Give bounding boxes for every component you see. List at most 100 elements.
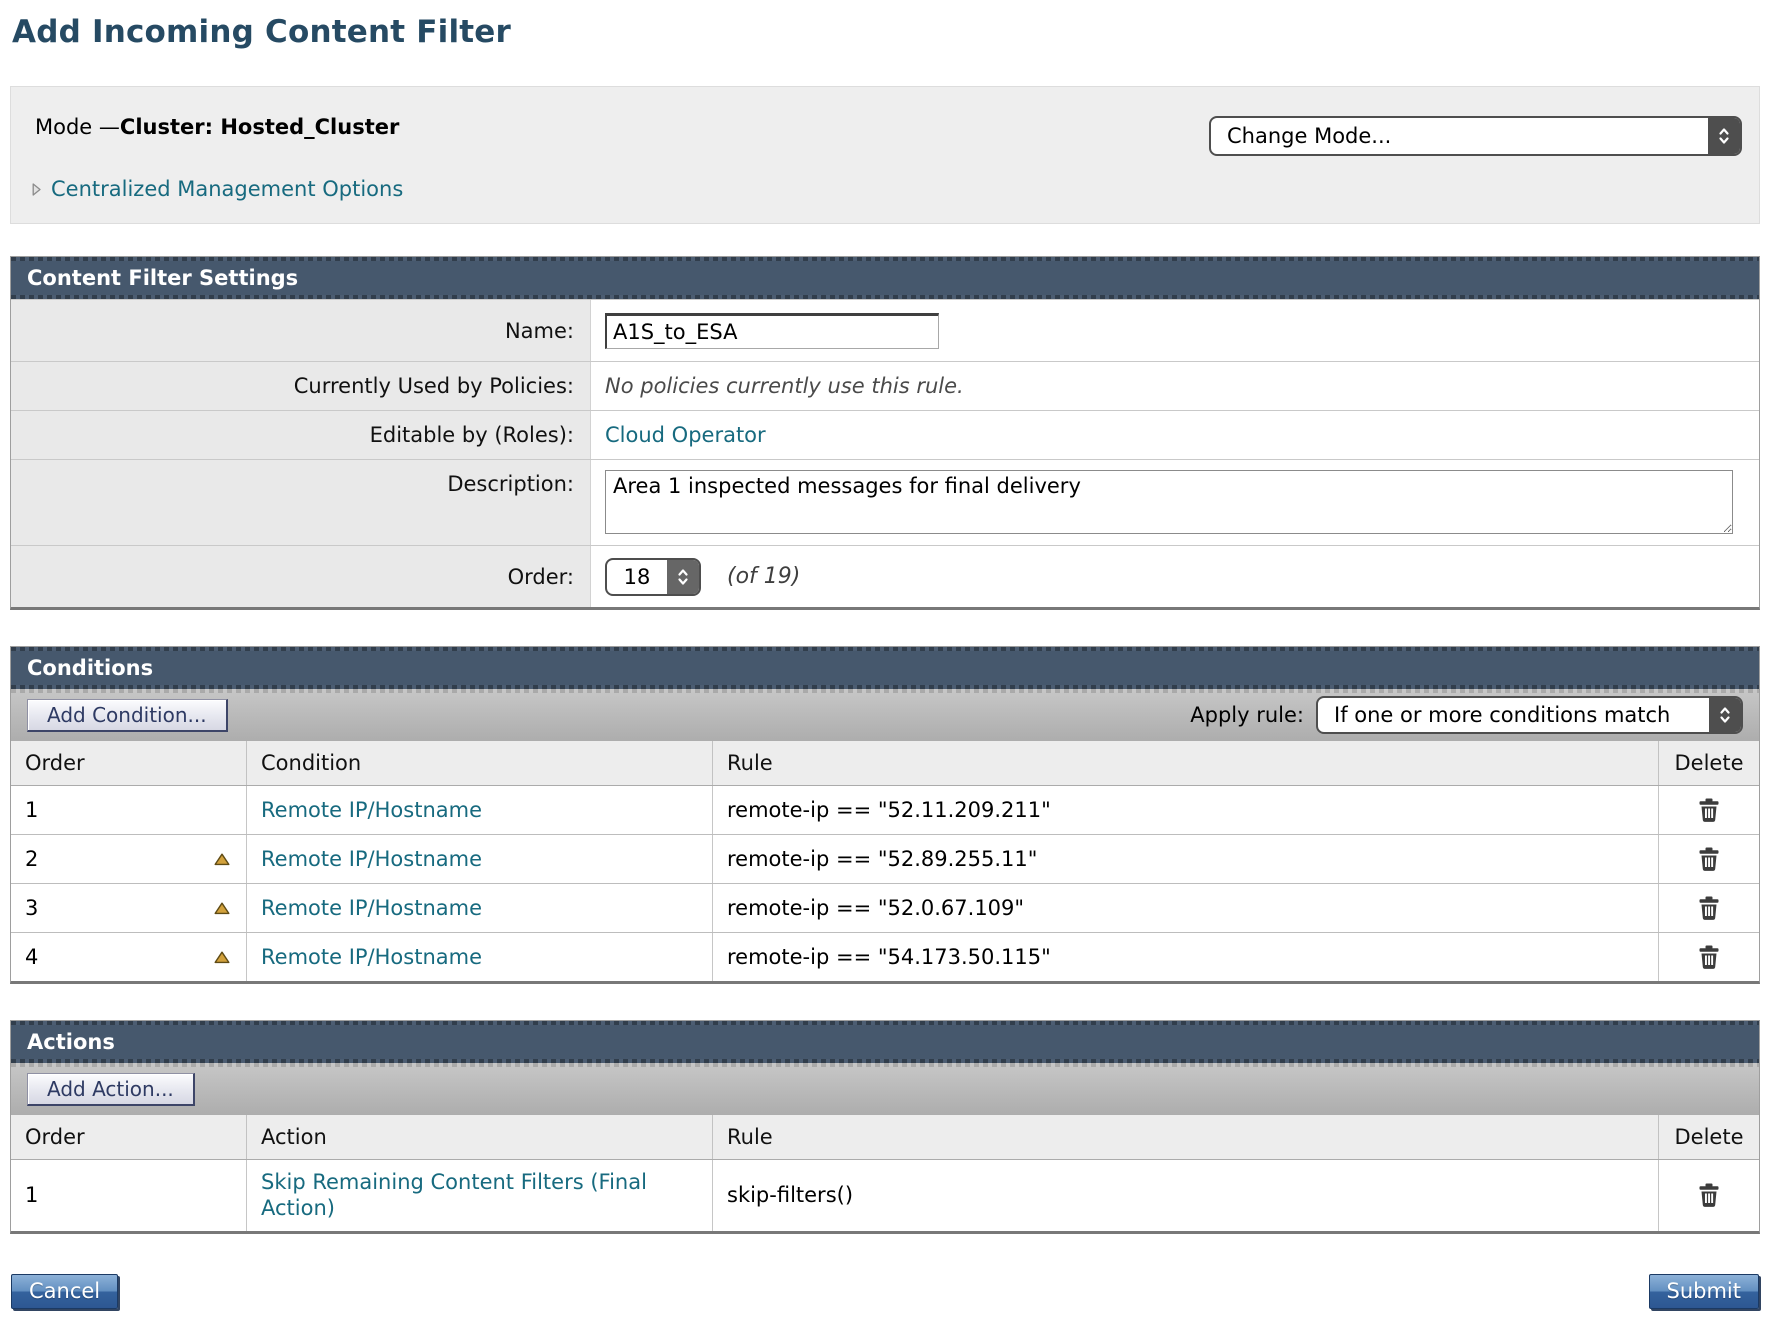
apply-rule-label: Apply rule: (1190, 703, 1304, 727)
policies-value: No policies currently use this rule. (605, 374, 964, 398)
delete-button[interactable] (1696, 943, 1722, 972)
actions-section-title: Actions (27, 1030, 115, 1054)
cloud-operator-link[interactable]: Cloud Operator (605, 423, 766, 447)
apply-rule-selected-value: If one or more conditions match (1318, 698, 1709, 732)
delete-cell (1659, 835, 1759, 883)
order-label: Order: (11, 546, 591, 607)
condition-link[interactable]: Remote IP/Hostname (261, 798, 482, 822)
delete-button[interactable] (1696, 796, 1722, 825)
condition-link[interactable]: Remote IP/Hostname (261, 847, 482, 871)
order-cell: 2 (11, 835, 247, 883)
column-header-condition: Condition (247, 741, 713, 785)
actions-toolbar: Add Action... (11, 1063, 1759, 1115)
delete-button[interactable] (1696, 894, 1722, 923)
delete-cell (1659, 786, 1759, 834)
order-row: Order: 18 (of 19) (11, 545, 1759, 607)
condition-link[interactable]: Remote IP/Hostname (261, 945, 482, 969)
order-value: 18 (607, 560, 667, 594)
order-cell: 4 (11, 933, 247, 981)
page-title: Add Incoming Content Filter (12, 14, 1760, 50)
move-up-button[interactable] (212, 900, 232, 917)
rule-cell: skip-filters() (713, 1160, 1659, 1231)
policies-label: Currently Used by Policies: (11, 362, 591, 410)
actions-section-header: Actions (11, 1021, 1759, 1063)
centralized-management-options-link[interactable]: Centralized Management Options (51, 177, 403, 201)
submit-button[interactable]: Submit (1649, 1274, 1760, 1309)
add-action-button[interactable]: Add Action... (27, 1073, 195, 1106)
rule-cell: remote-ip == "52.89.255.11" (713, 835, 1659, 883)
content-filter-settings-section: Content Filter Settings Name: Currently … (10, 256, 1760, 610)
mode-value: Cluster: Hosted_Cluster (120, 115, 399, 139)
action-link[interactable]: Skip Remaining Content Filters (Final Ac… (261, 1169, 681, 1222)
trash-icon (1698, 798, 1720, 823)
page: Add Incoming Content Filter Mode —Cluste… (0, 0, 1770, 1333)
action-cell: Skip Remaining Content Filters (Final Ac… (247, 1160, 713, 1231)
condition-cell: Remote IP/Hostname (247, 835, 713, 883)
conditions-section-title: Conditions (27, 656, 153, 680)
action-row: 1 Skip Remaining Content Filters (Final A… (11, 1160, 1759, 1231)
column-header-rule: Rule (713, 741, 1659, 785)
condition-row: 1Remote IP/Hostnameremote-ip == "52.11.2… (11, 786, 1759, 834)
add-condition-button[interactable]: Add Condition... (27, 699, 228, 732)
actions-rows: 1 Skip Remaining Content Filters (Final A… (11, 1160, 1759, 1231)
name-input[interactable] (605, 313, 939, 349)
column-header-order: Order (11, 1115, 247, 1159)
updown-chevron-icon (667, 560, 699, 594)
delete-cell (1659, 884, 1759, 932)
cancel-button[interactable]: Cancel (11, 1274, 118, 1309)
condition-cell: Remote IP/Hostname (247, 786, 713, 834)
delete-cell (1659, 1160, 1759, 1231)
change-mode-select[interactable]: Change Mode... (1209, 116, 1742, 156)
move-up-button[interactable] (212, 851, 232, 868)
trash-icon (1698, 1183, 1720, 1208)
conditions-rows: 1Remote IP/Hostnameremote-ip == "52.11.2… (11, 786, 1759, 981)
row-order-number: 3 (25, 896, 38, 920)
name-row: Name: (11, 299, 1759, 361)
trash-icon (1698, 945, 1720, 970)
condition-link[interactable]: Remote IP/Hostname (261, 896, 482, 920)
condition-row: 4 Remote IP/Hostname remote-ip == "54.173.… (11, 932, 1759, 981)
order-of-note: (of 19) (727, 564, 800, 589)
settings-section-title: Content Filter Settings (27, 266, 298, 290)
name-label: Name: (11, 300, 591, 361)
description-label: Description: (11, 460, 591, 545)
actions-column-header: Order Action Rule Delete (11, 1115, 1759, 1160)
roles-label: Editable by (Roles): (11, 411, 591, 459)
settings-section-header: Content Filter Settings (11, 257, 1759, 299)
condition-row: 2 Remote IP/Hostname remote-ip == "52.89.2… (11, 834, 1759, 883)
conditions-toolbar: Add Condition... Apply rule: If one or m… (11, 689, 1759, 741)
trash-icon (1698, 847, 1720, 872)
delete-cell (1659, 933, 1759, 981)
apply-rule-select[interactable]: If one or more conditions match (1316, 696, 1743, 734)
column-header-action: Action (247, 1115, 713, 1159)
centralized-management-row: Centralized Management Options (31, 177, 403, 201)
order-cell: 1 (11, 786, 247, 834)
policies-row: Currently Used by Policies: No policies … (11, 361, 1759, 410)
column-header-rule: Rule (713, 1115, 1659, 1159)
trash-icon (1698, 896, 1720, 921)
delete-button[interactable] (1696, 845, 1722, 874)
description-row: Description: Area 1 inspected messages f… (11, 459, 1759, 545)
conditions-column-header: Order Condition Rule Delete (11, 741, 1759, 786)
row-order-number: 1 (25, 1183, 38, 1207)
rule-cell: remote-ip == "54.173.50.115" (713, 933, 1659, 981)
change-mode-selected-value: Change Mode... (1211, 118, 1708, 154)
mode-panel: Mode —Cluster: Hosted_Cluster Change Mod… (10, 86, 1760, 224)
condition-row: 3Remote IP/Hostnameremote-ip == "52.0.67… (11, 883, 1759, 932)
conditions-section: Conditions Add Condition... Apply rule: … (10, 646, 1760, 984)
order-cell: 3 (11, 884, 247, 932)
mode-line: Mode —Cluster: Hosted_Cluster (35, 115, 399, 139)
actions-section: Actions Add Action... Order Action Rule … (10, 1020, 1760, 1234)
move-up-button[interactable] (212, 949, 232, 966)
disclosure-triangle-icon[interactable] (31, 182, 42, 197)
delete-button[interactable] (1696, 1181, 1722, 1210)
column-header-order: Order (11, 741, 247, 785)
apply-rule-group: Apply rule: If one or more conditions ma… (1190, 696, 1743, 734)
mode-label: Mode (35, 115, 99, 139)
conditions-section-header: Conditions (11, 647, 1759, 689)
updown-chevron-icon (1708, 118, 1740, 154)
move-up-arrow-icon (214, 951, 230, 964)
description-textarea[interactable]: Area 1 inspected messages for final deli… (605, 470, 1733, 534)
move-up-arrow-icon (214, 902, 230, 915)
order-spinner[interactable]: 18 (605, 558, 701, 596)
